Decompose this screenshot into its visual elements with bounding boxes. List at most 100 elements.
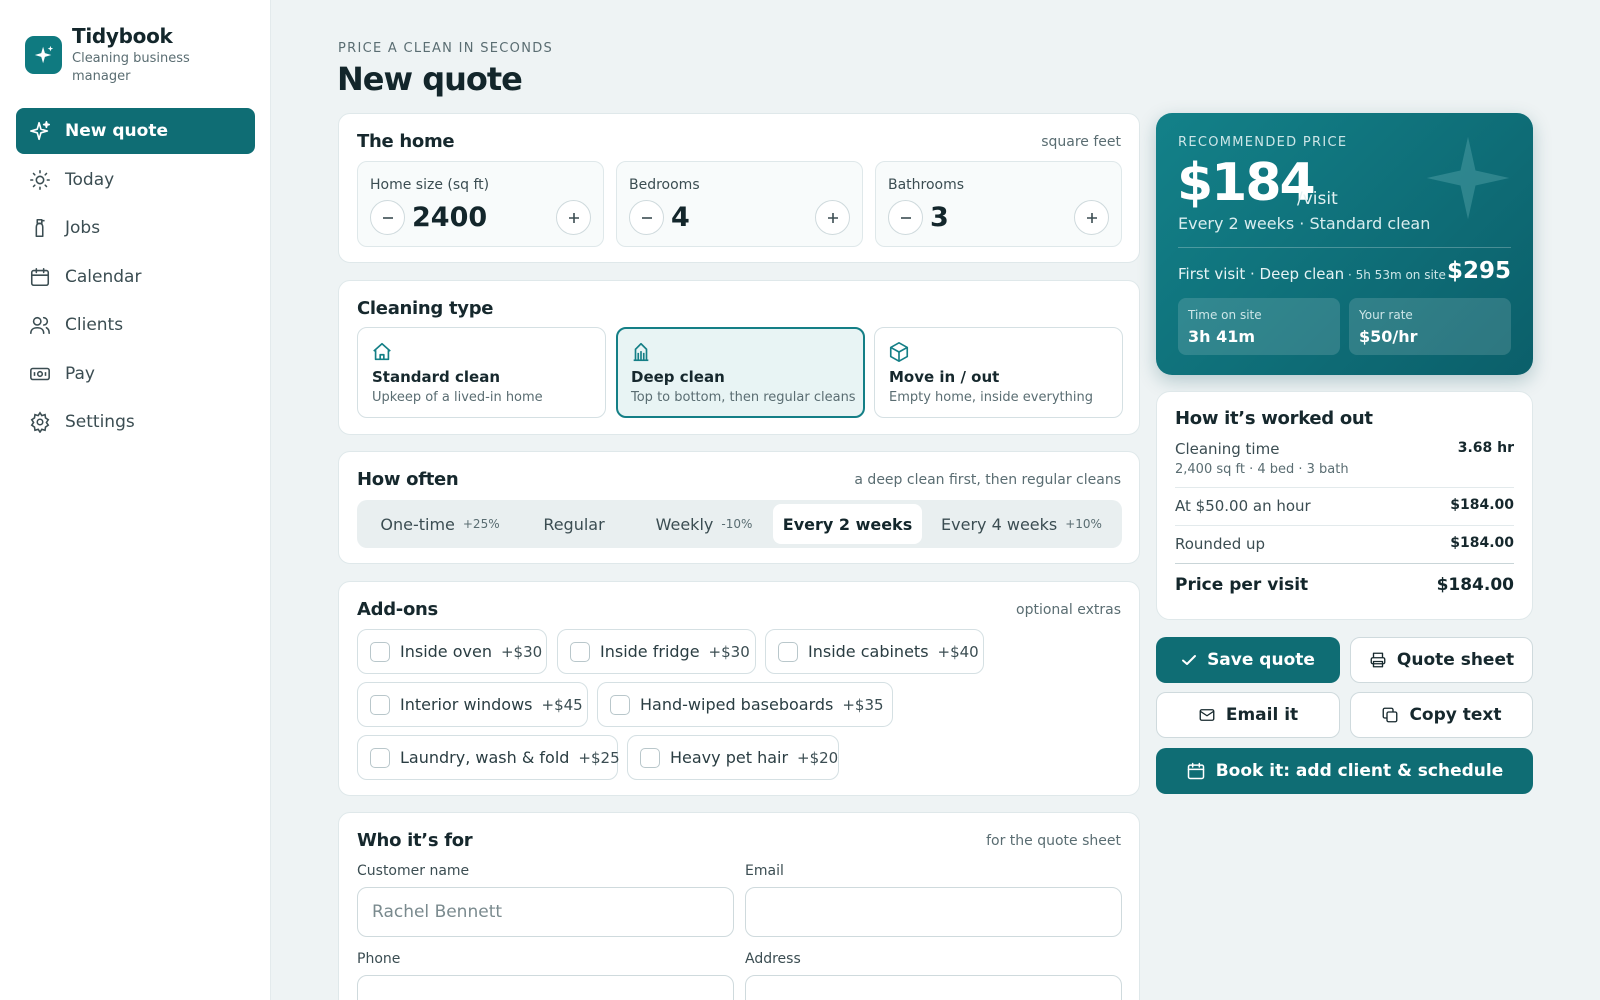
addon-price: +$25	[578, 748, 620, 767]
freq-adjustment: -10%	[721, 517, 753, 531]
nav-item-calendar[interactable]: Calendar	[16, 254, 255, 300]
freq-label: One-time	[380, 514, 455, 534]
plus-icon	[827, 212, 838, 223]
type-option-deep[interactable]: Deep clean Top to bottom, then regular c…	[616, 327, 865, 418]
nav-item-settings[interactable]: Settings	[16, 399, 255, 445]
card-title: Who it’s for	[357, 830, 473, 851]
type-name: Deep clean	[631, 368, 725, 386]
customer-name-input[interactable]	[357, 887, 734, 937]
main-nav: New quote Today Jobs Calendar Clients Pa…	[16, 108, 255, 448]
nav-label: Clients	[65, 315, 124, 335]
checkbox[interactable]	[370, 641, 390, 662]
button-label: Quote sheet	[1396, 650, 1515, 670]
addon-baseboards[interactable]: Hand-wiped baseboards +$35	[597, 682, 893, 727]
freq-option-weekly[interactable]: Weekly -10%	[629, 504, 779, 544]
total-row: Price per visit $184.00	[1175, 575, 1514, 595]
email-label: Email	[745, 863, 784, 879]
first-visit: First visit · Deep clean · 5h 53m on sit…	[1178, 265, 1446, 283]
addon-inside-oven[interactable]: Inside oven +$30	[357, 629, 547, 674]
brand-subtitle: Cleaning business manager	[72, 51, 190, 84]
divider	[1175, 487, 1514, 488]
type-desc: Upkeep of a lived-in home	[372, 390, 543, 405]
nav-item-today[interactable]: Today	[16, 157, 255, 203]
first-visit-label: First visit · Deep clean	[1178, 265, 1345, 283]
freq-label: Regular	[543, 514, 605, 534]
addon-inside-cabinets[interactable]: Inside cabinets +$40	[765, 629, 984, 674]
freq-option-regular[interactable]: Regular	[519, 504, 629, 544]
nav-label: Pay	[65, 363, 95, 384]
copy-text-button[interactable]: Copy text	[1350, 692, 1533, 738]
addon-pet-hair[interactable]: Heavy pet hair +$20	[627, 735, 839, 780]
addon-name: Inside cabinets	[808, 642, 929, 661]
freq-option-one-time[interactable]: One-time +25%	[361, 504, 519, 544]
nav-label: New quote	[65, 121, 168, 141]
checkbox[interactable]	[570, 641, 590, 662]
box-icon	[889, 342, 909, 362]
nav-item-pay[interactable]: Pay	[16, 351, 255, 397]
book-it-button[interactable]: Book it: add client & schedule	[1156, 748, 1533, 794]
mini-value: $50/hr	[1359, 327, 1418, 346]
checkbox[interactable]	[610, 694, 630, 715]
decrement-button[interactable]	[370, 200, 405, 235]
card-hint: a deep clean first, then regular cleans	[854, 472, 1121, 488]
nav-label: Calendar	[65, 266, 142, 287]
stepper-value[interactable]: 4	[671, 202, 690, 233]
card-title: The home	[357, 131, 455, 152]
quote-sheet-button[interactable]: Quote sheet	[1350, 637, 1533, 683]
stepper-value[interactable]: 3	[930, 202, 949, 233]
freq-option-every-2-weeks[interactable]: Every 2 weeks	[773, 504, 922, 544]
type-desc: Empty home, inside everything	[889, 390, 1093, 405]
addon-price: +$45	[541, 695, 583, 714]
checkbox[interactable]	[640, 747, 660, 768]
addon-price: +$35	[842, 695, 884, 714]
phone-input[interactable]	[357, 975, 734, 1000]
plus-icon	[1086, 212, 1097, 223]
addon-price: +$30	[708, 642, 750, 661]
email-it-button[interactable]: Email it	[1156, 692, 1340, 738]
nav-item-clients[interactable]: Clients	[16, 302, 255, 348]
stepper-label: Bedrooms	[629, 177, 700, 193]
email-input[interactable]	[745, 887, 1122, 937]
button-label: Book it: add client & schedule	[1215, 761, 1504, 781]
increment-button[interactable]	[815, 200, 850, 235]
first-visit-time: · 5h 53m on site	[1344, 268, 1446, 282]
bathrooms-stepper: Bathrooms 3	[875, 161, 1122, 247]
decrement-button[interactable]	[888, 200, 923, 235]
stepper-value[interactable]: 2400	[412, 202, 487, 233]
nav-item-jobs[interactable]: Jobs	[16, 205, 255, 251]
increment-button[interactable]	[1074, 200, 1109, 235]
cleaning-time-note: 2,400 sq ft · 4 bed · 3 bath	[1175, 462, 1349, 477]
addon-interior-windows[interactable]: Interior windows +$45	[357, 682, 588, 727]
breakdown-card: How it’s worked out Cleaning time 3.68 h…	[1156, 391, 1533, 620]
type-option-standard[interactable]: Standard clean Upkeep of a lived-in home	[357, 327, 606, 418]
save-quote-button[interactable]: Save quote	[1156, 637, 1340, 683]
customer-card: Who it’s for for the quote sheet Custome…	[338, 812, 1140, 1000]
divider	[1178, 247, 1511, 248]
addon-price: +$20	[797, 748, 839, 767]
nav-item-new-quote[interactable]: New quote	[16, 108, 255, 154]
spray-bottle-icon	[35, 218, 45, 238]
decrement-button[interactable]	[629, 200, 664, 235]
checkbox[interactable]	[778, 641, 798, 662]
sparkle-icon	[30, 121, 50, 141]
checkbox[interactable]	[370, 747, 390, 768]
freq-option-every-4-weeks[interactable]: Every 4 weeks +10%	[925, 504, 1118, 544]
page-eyebrow: PRICE A CLEAN IN SECONDS	[338, 41, 554, 56]
sparkle-icon	[1426, 136, 1510, 220]
checkbox[interactable]	[370, 694, 390, 715]
cleaning-time-row: Cleaning time 3.68 hr	[1175, 440, 1514, 458]
addon-name: Inside fridge	[600, 642, 700, 661]
your-rate-tile: Your rate $50/hr	[1349, 298, 1511, 355]
total-value: $184.00	[1436, 575, 1514, 595]
addon-name: Interior windows	[400, 695, 533, 714]
increment-button[interactable]	[556, 200, 591, 235]
mini-label: Time on site	[1188, 308, 1262, 322]
addon-laundry[interactable]: Laundry, wash & fold +$25	[357, 735, 620, 780]
house-icon	[373, 342, 391, 361]
addon-inside-fridge[interactable]: Inside fridge +$30	[557, 629, 756, 674]
calendar-icon	[1187, 762, 1204, 780]
type-option-move[interactable]: Move in / out Empty home, inside everyth…	[874, 327, 1123, 418]
addon-name: Heavy pet hair	[670, 748, 789, 767]
address-input[interactable]	[745, 975, 1122, 1000]
price-unit: /visit	[1297, 189, 1338, 209]
